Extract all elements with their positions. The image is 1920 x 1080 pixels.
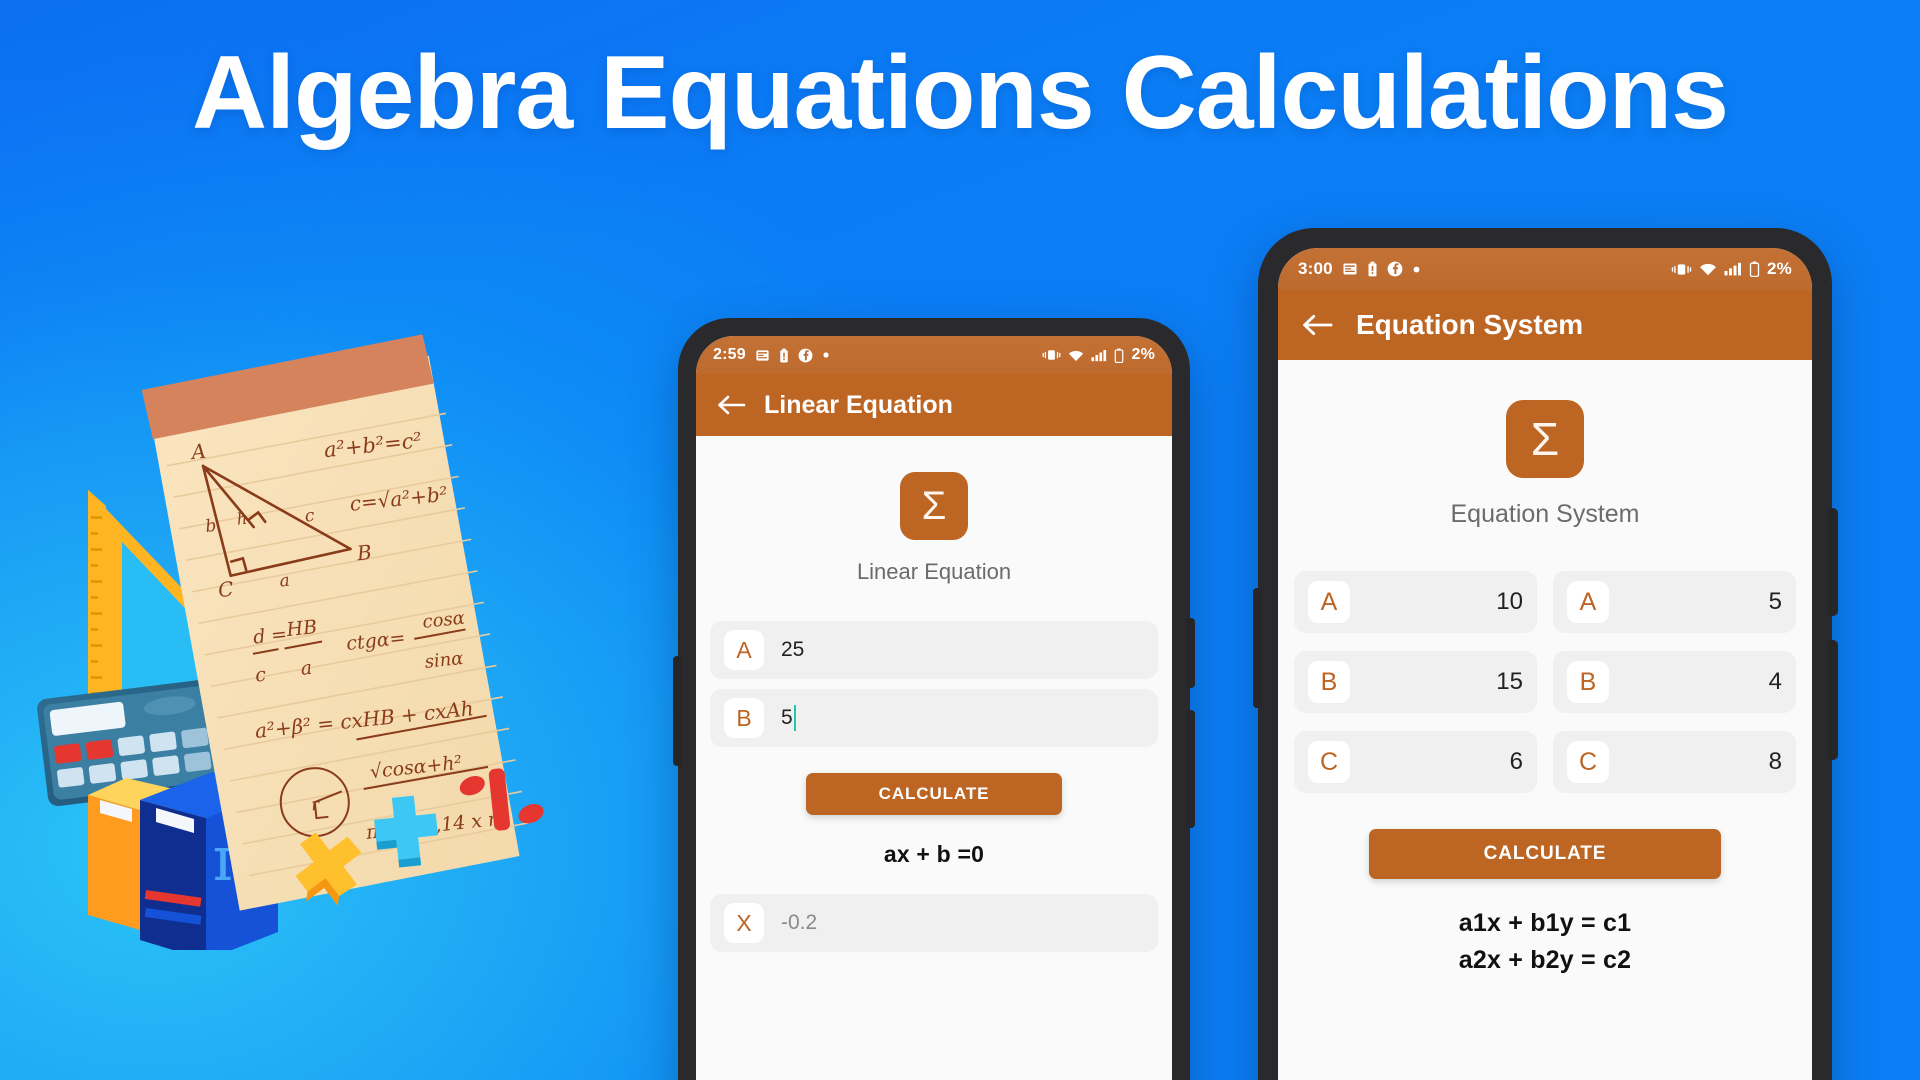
algebra-study-illustration: π <box>28 330 668 950</box>
coefficient-grid: A 10 A 5 B 15 B 4 C 6 C 8 <box>1278 571 1812 793</box>
input-fields-group: A 25 B 5 <box>696 621 1172 747</box>
svg-text:d: d <box>252 625 266 648</box>
result-value-x: -0.2 <box>781 911 818 934</box>
status-time: 2:59 <box>713 346 746 363</box>
arrow-left-icon[interactable] <box>716 393 746 417</box>
phone-volume-button[interactable] <box>673 656 682 766</box>
battery-alert-icon <box>1368 261 1377 277</box>
svg-text:C: C <box>217 577 235 602</box>
field-value-b: 5 <box>781 706 793 729</box>
wifi-icon <box>1069 350 1084 361</box>
field-label-a2: A <box>1567 581 1609 623</box>
phone-side-button[interactable] <box>1186 710 1195 828</box>
field-label-b: B <box>724 698 764 738</box>
svg-text:HB: HB <box>285 616 319 641</box>
page-title: Algebra Equations Calculations <box>191 35 1729 151</box>
app-bar-linear: Linear Equation <box>696 374 1172 436</box>
phone-mockup-equation-system: 3:00 2% Equation System Σ Equation Syste… <box>1253 228 1838 1080</box>
phone-side-button[interactable] <box>1828 640 1838 760</box>
screen-label: Linear Equation <box>856 559 1012 584</box>
field-value-a1: 10 <box>1496 588 1523 615</box>
status-bar: 2:59 2% <box>696 336 1172 374</box>
field-value-a2: 5 <box>1768 588 1782 615</box>
arrow-left-icon[interactable] <box>1300 312 1334 338</box>
input-field-b1[interactable]: B 15 <box>1294 651 1537 713</box>
vibrate-icon <box>1043 350 1061 360</box>
svg-text:a: a <box>278 571 290 592</box>
sigma-logo-icon: Σ <box>900 472 968 540</box>
formula-line-1: a1x + b1y = c1 <box>1458 909 1632 937</box>
svg-text:h: h <box>236 509 248 529</box>
formula-group: a1x + b1y = c1 a2x + b2y = c2 <box>1459 909 1631 975</box>
svg-text:sinα: sinα <box>424 648 465 673</box>
screen-label: Equation System <box>1450 500 1640 528</box>
app-bar-title: Linear Equation <box>764 390 953 419</box>
status-bar: 3:00 2% <box>1278 248 1812 290</box>
svg-text:cosα: cosα <box>421 608 465 633</box>
field-label-c1: C <box>1308 741 1350 783</box>
field-value-b1: 15 <box>1496 668 1523 695</box>
battery-percent: 2% <box>1131 346 1155 363</box>
sigma-logo-icon: Σ <box>1506 400 1584 478</box>
dot-icon <box>823 352 829 358</box>
field-label-b1: B <box>1308 661 1350 703</box>
input-field-a[interactable]: A 25 <box>710 621 1158 679</box>
svg-text:b: b <box>204 516 217 537</box>
svg-text:=: = <box>270 623 288 647</box>
svg-text:a: a <box>300 657 314 680</box>
calculate-button[interactable]: CALCULATE <box>1369 829 1721 879</box>
text-cursor <box>793 705 796 731</box>
input-field-b2[interactable]: B 4 <box>1553 651 1796 713</box>
battery-alert-icon <box>780 348 788 362</box>
linear-equation-content: Σ Linear Equation A 25 B 5 CALCULATE ax … <box>696 436 1172 1080</box>
app-bar-system: Equation System <box>1278 290 1812 360</box>
calculate-button[interactable]: CALCULATE <box>806 773 1062 815</box>
phone-volume-button[interactable] <box>1253 588 1262 708</box>
field-value-a: 25 <box>781 638 805 661</box>
phone-power-button[interactable] <box>1186 618 1195 688</box>
result-field-x: X -0.2 <box>710 894 1158 952</box>
field-label-c2: C <box>1567 741 1609 783</box>
sim-card-icon <box>756 349 769 361</box>
field-value-b2: 4 <box>1768 668 1782 695</box>
input-field-a2[interactable]: A 5 <box>1553 571 1796 633</box>
input-field-b[interactable]: B 5 <box>710 689 1158 747</box>
formula-text: ax + b =0 <box>883 841 985 867</box>
battery-percent: 2% <box>1767 259 1792 278</box>
input-field-c1[interactable]: C 6 <box>1294 731 1537 793</box>
field-label-a: A <box>724 630 764 670</box>
phone-power-button[interactable] <box>1828 508 1838 616</box>
sim-card-icon <box>1343 263 1357 275</box>
result-group: X -0.2 <box>696 894 1172 952</box>
facebook-icon <box>798 348 813 362</box>
facebook-icon <box>1387 261 1403 277</box>
signal-icon <box>1091 349 1107 361</box>
wifi-icon <box>1700 263 1717 276</box>
phone-screen-linear: 2:59 2% Linear Equation Σ Linear Equatio… <box>696 336 1172 1080</box>
status-time: 3:00 <box>1298 259 1333 278</box>
field-value-c2: 8 <box>1768 748 1782 775</box>
input-field-a1[interactable]: A 10 <box>1294 571 1537 633</box>
battery-icon <box>1115 347 1124 363</box>
field-value-c1: 6 <box>1509 748 1523 775</box>
field-label-a1: A <box>1308 581 1350 623</box>
input-field-c2[interactable]: C 8 <box>1553 731 1796 793</box>
phone-screen-system: 3:00 2% Equation System Σ Equation Syste… <box>1278 248 1812 1080</box>
field-label-b2: B <box>1567 661 1609 703</box>
svg-text:B: B <box>355 540 373 566</box>
result-label-x: X <box>724 903 764 943</box>
equation-system-content: Σ Equation System A 10 A 5 B 15 B 4 C 6 … <box>1278 360 1812 1080</box>
formula-line-2: a2x + b2y = c2 <box>1458 946 1632 974</box>
phone-mockup-linear-equation: 2:59 2% Linear Equation Σ Linear Equatio… <box>673 318 1195 1080</box>
app-bar-title: Equation System <box>1356 309 1584 340</box>
dot-icon <box>1413 266 1420 272</box>
vibrate-icon <box>1671 263 1692 275</box>
battery-icon <box>1749 261 1760 277</box>
signal-icon <box>1724 262 1742 276</box>
